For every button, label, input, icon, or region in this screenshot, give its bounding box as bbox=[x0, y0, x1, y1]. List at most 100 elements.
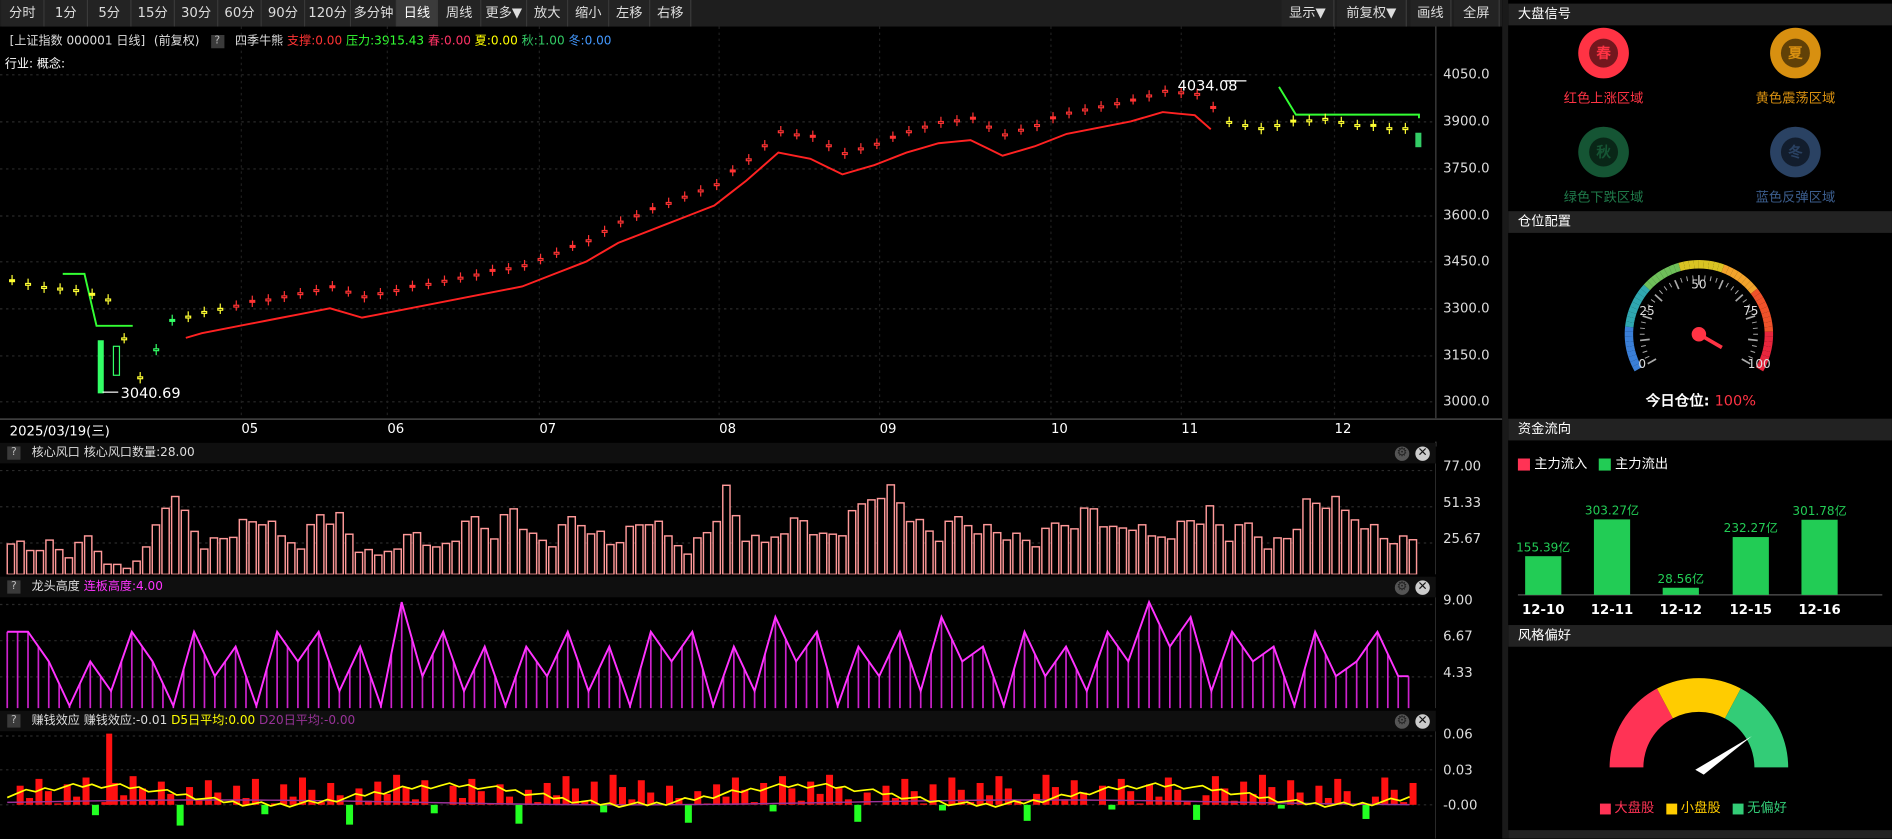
style-legend-swatch bbox=[1732, 802, 1744, 814]
period-button[interactable]: 分时 bbox=[1, 0, 45, 27]
core-bar bbox=[228, 536, 238, 575]
candle-body bbox=[25, 282, 32, 286]
core-bar bbox=[635, 524, 644, 575]
core-bar bbox=[1195, 523, 1205, 575]
candle-body bbox=[1098, 105, 1105, 109]
candle-body bbox=[1354, 124, 1361, 128]
money-bar-up bbox=[807, 781, 815, 805]
dragon-name: 龙头高度 bbox=[31, 580, 80, 594]
close-icon[interactable]: ✕ bbox=[1415, 714, 1430, 729]
help-icon[interactable]: ? bbox=[7, 579, 21, 594]
period-button[interactable]: 120分 bbox=[305, 0, 352, 27]
gauge-tick bbox=[1650, 299, 1656, 303]
dragon-height-chart[interactable] bbox=[0, 597, 1436, 709]
gauge-arc-seg bbox=[1721, 264, 1730, 275]
gauge-arc-seg bbox=[1668, 264, 1677, 275]
gauge-arc-seg bbox=[1628, 306, 1638, 314]
core-bar bbox=[760, 541, 770, 575]
core-bar bbox=[45, 539, 54, 575]
money-bar-down bbox=[1362, 804, 1370, 819]
gear-icon[interactable]: ⚙ bbox=[1394, 580, 1410, 595]
period-button[interactable]: 多分钟 bbox=[351, 0, 397, 27]
money-bar-up bbox=[54, 803, 62, 805]
style-needle bbox=[1695, 736, 1752, 775]
flow-bar bbox=[1732, 537, 1769, 595]
today-position: 今日仓位: 100% bbox=[1646, 390, 1756, 411]
candle-body bbox=[1114, 102, 1121, 106]
period-button[interactable]: 日线 bbox=[396, 0, 438, 27]
core-wind-chart[interactable] bbox=[0, 463, 1436, 575]
core-bar bbox=[93, 550, 103, 575]
core-bar bbox=[393, 548, 402, 575]
core-bar bbox=[141, 546, 151, 575]
core-bar bbox=[1186, 520, 1195, 575]
gauge-tick bbox=[1735, 294, 1744, 302]
toolbar-right-button[interactable]: 全屏 bbox=[1453, 0, 1500, 27]
help-icon[interactable]: ? bbox=[7, 713, 21, 727]
period-button[interactable]: 放大 bbox=[527, 0, 569, 27]
period-button[interactable]: 30分 bbox=[174, 0, 219, 27]
gauge-tick-label: 0 bbox=[1638, 357, 1646, 371]
flow-bar bbox=[1593, 519, 1631, 595]
gauge-arc-seg bbox=[1637, 288, 1648, 298]
core-bar bbox=[683, 553, 693, 575]
flow-value-label: 303.27亿 bbox=[1585, 503, 1639, 518]
season-badge[interactable]: 夏 bbox=[1770, 27, 1821, 79]
core-bar bbox=[712, 520, 722, 575]
money-bar-down bbox=[854, 804, 862, 822]
candle-body bbox=[713, 183, 720, 187]
money-name: 赚钱效应 bbox=[31, 714, 80, 728]
toolbar-right-button[interactable]: 前复权▼ bbox=[1336, 0, 1407, 27]
season-badge[interactable]: 冬 bbox=[1770, 126, 1821, 178]
candle-body bbox=[1001, 133, 1009, 137]
money-bar-down bbox=[938, 804, 946, 811]
core-bar bbox=[16, 540, 25, 575]
money-tick-2: 0.03 bbox=[1443, 762, 1473, 779]
today-position-value: 100% bbox=[1714, 392, 1756, 410]
gauge-tick bbox=[1668, 282, 1673, 288]
candle-body bbox=[649, 207, 656, 211]
money-bar-up bbox=[788, 788, 796, 805]
close-icon[interactable]: ✕ bbox=[1415, 446, 1430, 461]
money-bar-up bbox=[1315, 785, 1323, 805]
gauge-arc-seg bbox=[1703, 260, 1710, 270]
season-badge[interactable]: 春 bbox=[1578, 27, 1629, 79]
period-button[interactable]: 周线 bbox=[437, 0, 482, 27]
close-icon[interactable]: ✕ bbox=[1415, 580, 1430, 595]
period-button[interactable]: 90分 bbox=[261, 0, 306, 27]
gauge-arc-seg bbox=[1626, 311, 1637, 319]
dragon-tick-2: 6.67 bbox=[1443, 628, 1473, 645]
period-button[interactable]: 1分 bbox=[44, 0, 89, 27]
core-bar bbox=[770, 536, 780, 575]
core-bar bbox=[1060, 524, 1070, 575]
period-button[interactable]: 15分 bbox=[131, 0, 175, 27]
money-effect-chart[interactable] bbox=[0, 731, 1436, 839]
gauge-tick bbox=[1734, 289, 1739, 295]
candle-body bbox=[1050, 116, 1057, 120]
toolbar-right-button[interactable]: 画线 bbox=[1410, 0, 1452, 27]
gauge-arc-seg bbox=[1659, 268, 1669, 279]
money-bar-down bbox=[515, 804, 523, 824]
gear-icon[interactable]: ⚙ bbox=[1394, 446, 1410, 461]
core-bar bbox=[354, 551, 364, 575]
gauge-arc-seg bbox=[1634, 292, 1645, 302]
gear-icon[interactable]: ⚙ bbox=[1394, 714, 1410, 729]
gauge-arc-seg bbox=[1762, 316, 1772, 323]
help-icon[interactable]: ? bbox=[7, 445, 21, 460]
high-price-label: 4034.08 bbox=[1177, 77, 1238, 95]
core-bar bbox=[112, 563, 122, 575]
season-badge[interactable]: 秋 bbox=[1578, 126, 1629, 178]
period-button[interactable]: 右移 bbox=[650, 0, 692, 27]
gauge-arc-seg bbox=[1673, 262, 1681, 273]
period-button[interactable]: 60分 bbox=[218, 0, 262, 27]
period-button[interactable]: 5分 bbox=[88, 0, 132, 27]
period-button[interactable]: 更多▼ bbox=[481, 0, 528, 27]
candlestick-chart[interactable] bbox=[0, 26, 1503, 447]
period-button[interactable]: 缩小 bbox=[568, 0, 610, 27]
gauge-arc-seg bbox=[1655, 271, 1665, 282]
toolbar-right-button[interactable]: 显示▼ bbox=[1281, 0, 1335, 27]
core-bar bbox=[799, 520, 809, 575]
core-bar bbox=[1070, 528, 1079, 575]
core-bar bbox=[296, 548, 306, 575]
period-button[interactable]: 左移 bbox=[609, 0, 651, 27]
